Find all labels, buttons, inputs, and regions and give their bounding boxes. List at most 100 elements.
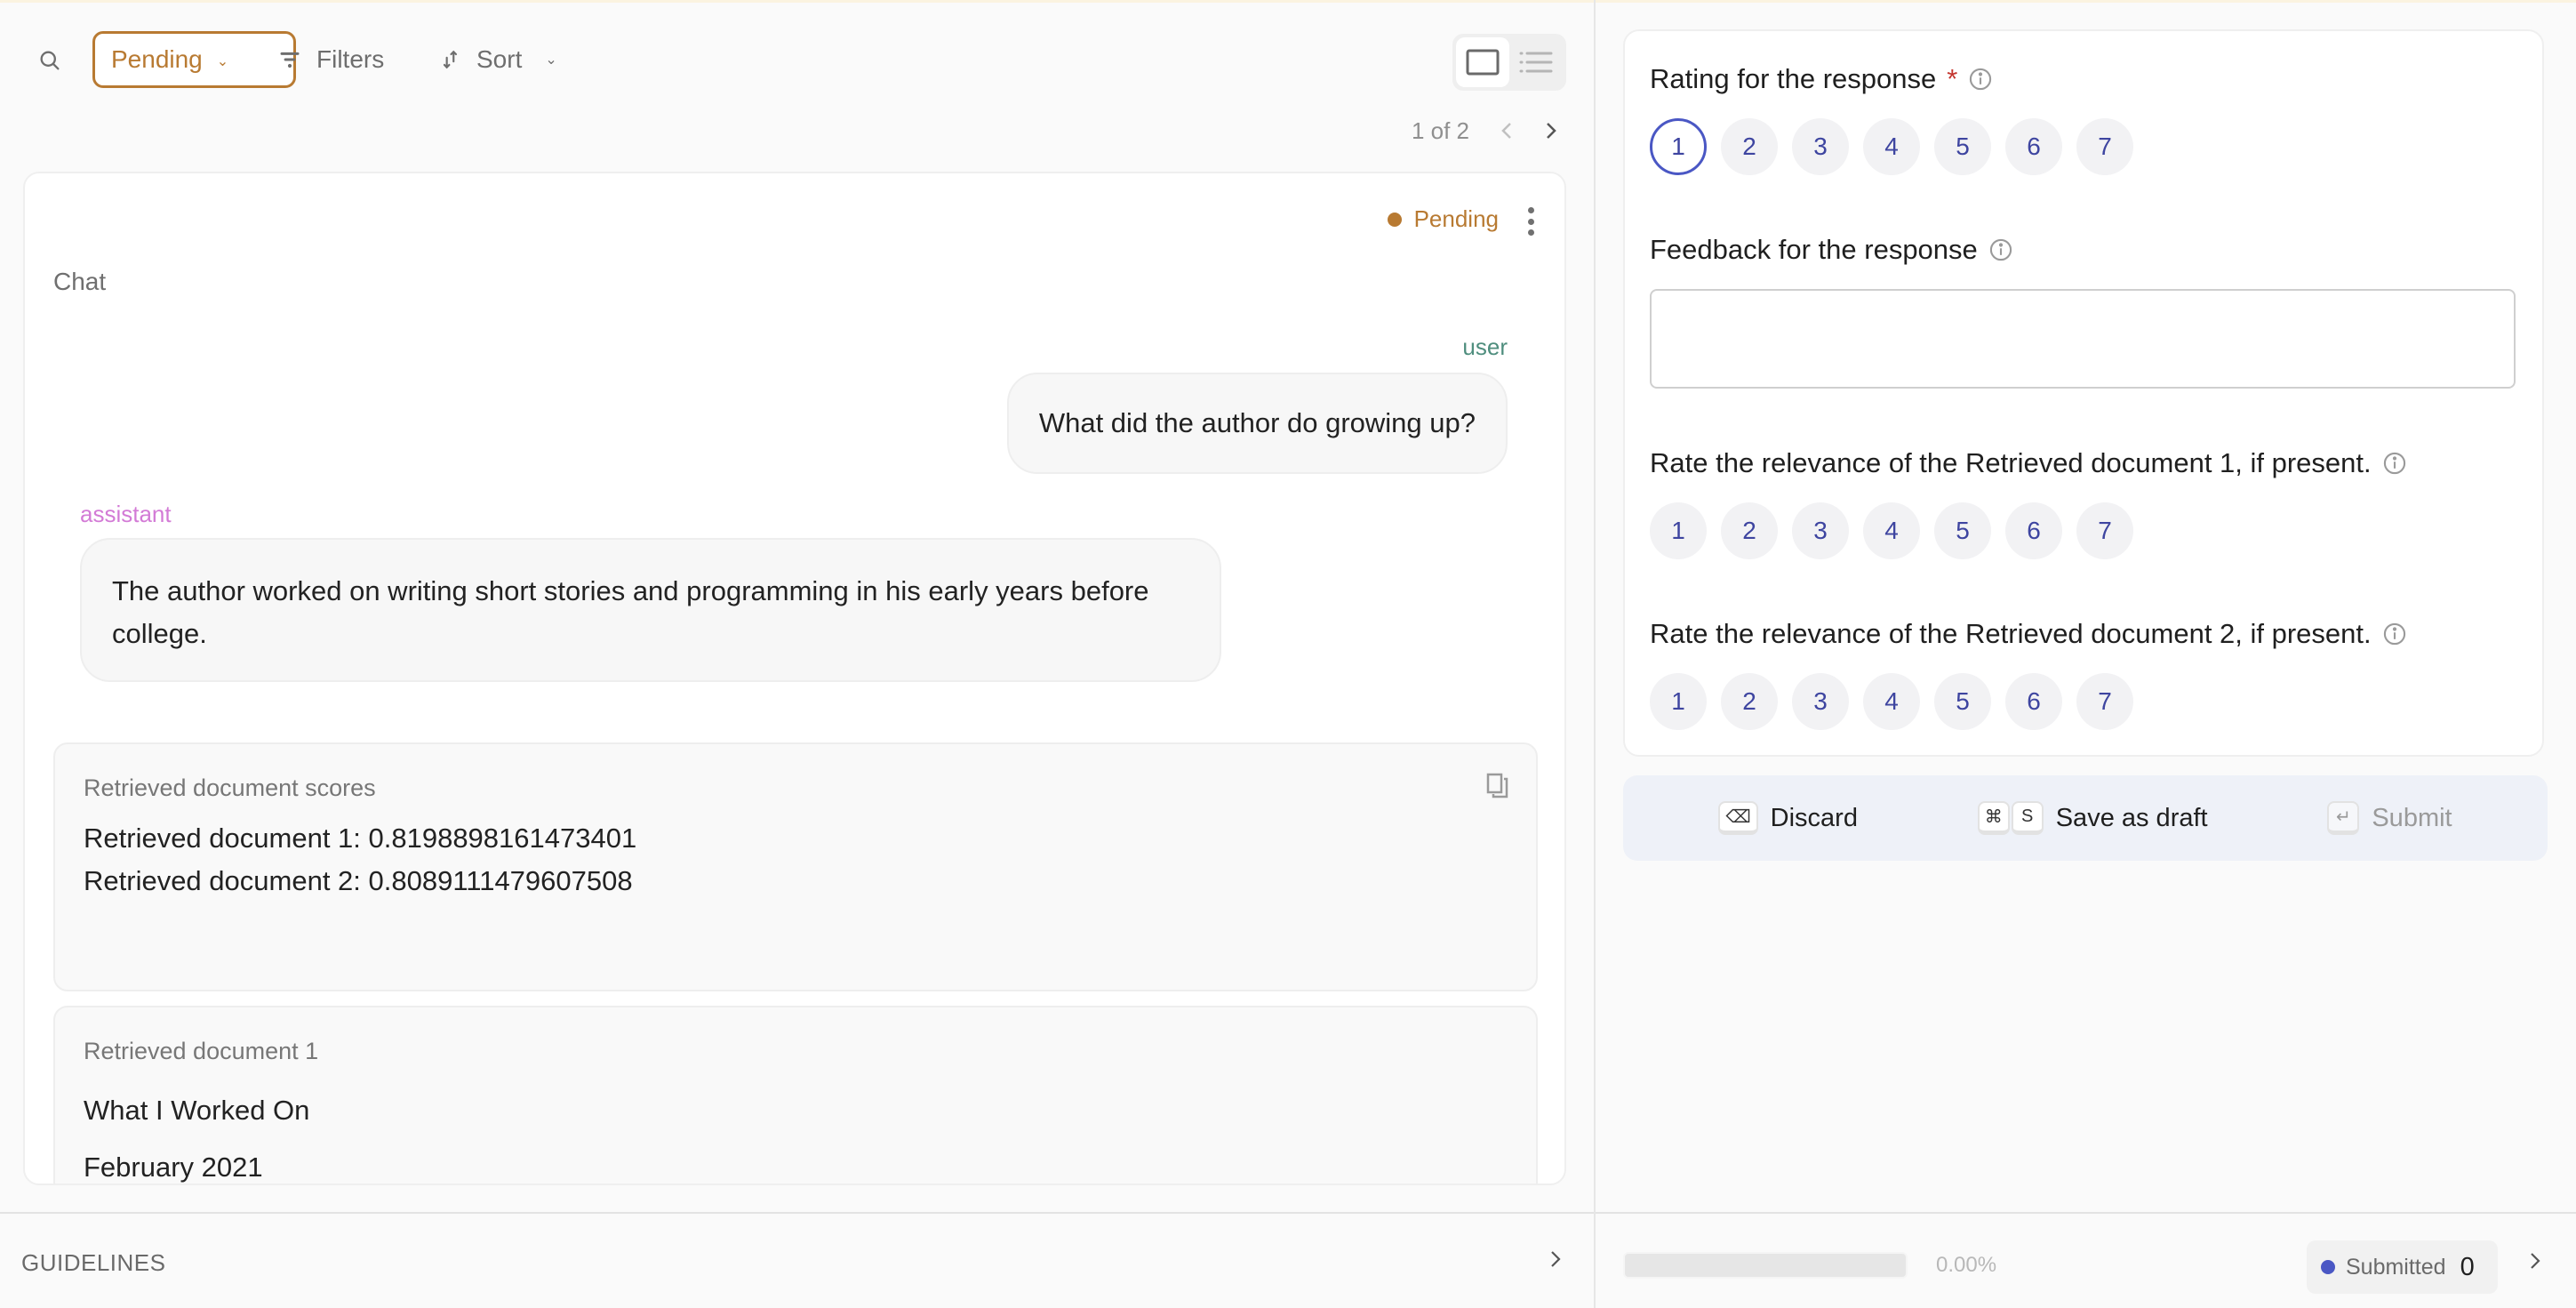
retrieved-scores-content: Retrieved document 1: 0.8198898161473401… [84, 817, 636, 903]
kebab-dot [1527, 229, 1534, 236]
info-icon[interactable] [2382, 622, 2407, 646]
rating-option-1[interactable]: 1 [1650, 673, 1707, 730]
submit-button[interactable]: ↵ Submit [2327, 801, 2452, 835]
rating-option-7[interactable]: 7 [2076, 673, 2133, 730]
search-icon [40, 51, 60, 70]
filter-icon [280, 52, 300, 68]
form-actions-bar: ⌫ Discard ⌘ S Save as draft ↵ Submit [1623, 775, 2548, 861]
previous-record-button[interactable] [1500, 120, 1514, 141]
expand-metrics-button[interactable] [2529, 1249, 2541, 1277]
rating-option-1[interactable]: 1 [1650, 502, 1707, 559]
progress-track [1623, 1252, 1908, 1279]
more-options-button[interactable] [1522, 204, 1540, 239]
rating-option-3[interactable]: 3 [1792, 118, 1849, 175]
pagination: 1 of 2 [1412, 113, 1558, 148]
retrieved-scores-label: Retrieved document scores [84, 774, 376, 801]
score-line: Retrieved document 2: 0.8089111479607508 [84, 865, 633, 896]
doc2-relevance-question-label: Rate the relevance of the Retrieved docu… [1650, 618, 2407, 650]
chevron-down-icon: ⌄ [545, 52, 557, 68]
list-view-icon [1519, 52, 1553, 73]
single-view-icon [1466, 49, 1500, 76]
sort-button[interactable]: Sort ⌄ [439, 31, 557, 88]
rating-question-text: Rating for the response [1650, 63, 1937, 94]
submitted-counter: Submitted 0 [2307, 1240, 2498, 1294]
record-status-badge: Pending [1387, 205, 1499, 233]
rating-option-4[interactable]: 4 [1863, 118, 1920, 175]
progress-percent: 0.00% [1936, 1253, 1997, 1277]
submitted-label: Submitted [2346, 1254, 2446, 1280]
retrieved-scores-field: Retrieved document scores Retrieved docu… [53, 742, 1538, 991]
info-icon[interactable] [2382, 451, 2407, 476]
s-key-icon: S [2011, 801, 2044, 835]
questions-card: Rating for the response * 1234567 Feedba… [1623, 29, 2544, 757]
retrieved-document-1-content: What I Worked On February 2021 [84, 1082, 310, 1184]
rating-question-label: Rating for the response * [1650, 63, 1993, 95]
rating-option-5[interactable]: 5 [1934, 502, 1991, 559]
required-marker: * [1947, 63, 1958, 94]
save-draft-button[interactable]: ⌘ S Save as draft [1977, 801, 2208, 835]
view-mode-toggle [1452, 34, 1566, 91]
user-message-bubble: What did the author do growing up? [1006, 373, 1508, 474]
next-record-button[interactable] [1544, 120, 1558, 141]
rating-option-6[interactable]: 6 [2005, 118, 2062, 175]
assistant-message-bubble: The author worked on writing short stori… [80, 538, 1221, 682]
expand-guidelines-button[interactable] [1549, 1248, 1562, 1275]
submitted-dot [2321, 1260, 2335, 1274]
chevron-down-icon: ⌄ [216, 54, 229, 69]
feedback-question-text: Feedback for the response [1650, 234, 1978, 265]
field-title-chat: Chat [53, 268, 107, 295]
copy-button[interactable] [1483, 771, 1513, 801]
rating-option-4[interactable]: 4 [1863, 502, 1920, 559]
rating-option-7[interactable]: 7 [2076, 118, 2133, 175]
list-view-button[interactable] [1509, 37, 1563, 87]
command-key-icon: ⌘ [1977, 801, 2010, 835]
single-record-view-button[interactable] [1456, 37, 1509, 87]
pagination-text: 1 of 2 [1411, 116, 1469, 144]
sort-icon [443, 50, 458, 69]
chevron-right-icon [2531, 1253, 2540, 1269]
rating-option-6[interactable]: 6 [2005, 502, 2062, 559]
submit-label: Submit [2372, 803, 2452, 832]
feedback-question-label: Feedback for the response [1650, 234, 2013, 266]
chevron-right-icon [1547, 123, 1556, 139]
record-status-text: Pending [1413, 205, 1499, 232]
rating-option-2[interactable]: 2 [1721, 118, 1778, 175]
rating-option-4[interactable]: 4 [1863, 673, 1920, 730]
filters-button[interactable]: Filters [277, 31, 384, 88]
status-filter-dropdown[interactable]: Pending ⌄ [92, 31, 296, 88]
records-toolbar: Pending ⌄ Filters Sort ⌄ [0, 31, 1594, 90]
rating-option-5[interactable]: 5 [1934, 118, 1991, 175]
info-icon[interactable] [1988, 237, 2013, 262]
rating-options: 1234567 [1650, 118, 2133, 175]
record-pane: Pending ⌄ Filters Sort ⌄ 1 of 2 Pending … [0, 3, 1594, 1212]
annotation-pane: Rating for the response * 1234567 Feedba… [1596, 3, 2576, 1212]
enter-key-icon: ↵ [2327, 801, 2360, 835]
status-filter-value: Pending [111, 45, 203, 73]
discard-button[interactable]: ⌫ Discard [1718, 801, 1858, 835]
doc1-relevance-question-label: Rate the relevance of the Retrieved docu… [1650, 447, 2407, 479]
search-button[interactable] [34, 44, 66, 76]
rating-option-3[interactable]: 3 [1792, 502, 1849, 559]
progress-bar-area: 0.00% Submitted 0 [1596, 1212, 2576, 1308]
guidelines-label: GUIDELINES [21, 1249, 166, 1276]
retrieved-document-1-label: Retrieved document 1 [84, 1038, 319, 1064]
record-card: Pending Chat user What did the author do… [23, 172, 1566, 1185]
document-line: What I Worked On [84, 1095, 310, 1126]
rating-option-6[interactable]: 6 [2005, 673, 2062, 730]
feedback-textarea[interactable] [1650, 289, 2516, 389]
rating-option-3[interactable]: 3 [1792, 673, 1849, 730]
info-icon[interactable] [1968, 67, 1993, 92]
rating-option-1[interactable]: 1 [1650, 118, 1707, 175]
submitted-count: 0 [2460, 1252, 2475, 1281]
kebab-dot [1527, 218, 1534, 225]
rating-option-2[interactable]: 2 [1721, 673, 1778, 730]
rating-option-7[interactable]: 7 [2076, 502, 2133, 559]
copy-icon [1486, 773, 1508, 798]
rating-option-2[interactable]: 2 [1721, 502, 1778, 559]
guidelines-bar[interactable]: GUIDELINES [0, 1212, 1594, 1308]
chevron-left-icon [1501, 123, 1511, 139]
rating-option-5[interactable]: 5 [1934, 673, 1991, 730]
chevron-right-icon [1551, 1251, 1561, 1267]
doc2-relevance-options: 1234567 [1650, 673, 2133, 730]
doc1-relevance-question-text: Rate the relevance of the Retrieved docu… [1650, 447, 2372, 478]
